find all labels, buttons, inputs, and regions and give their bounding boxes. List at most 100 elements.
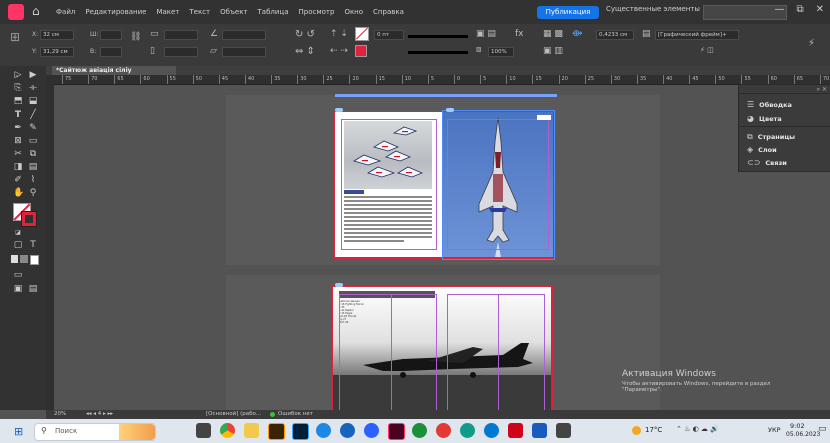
menu-object[interactable]: Объект (220, 8, 247, 16)
menu-view[interactable]: Просмотр (299, 8, 335, 16)
scale-y-field[interactable] (164, 47, 198, 57)
gap-tool-icon[interactable]: ⟛ (28, 83, 38, 93)
object-style-select[interactable]: [Графический фрейм]+ (655, 30, 739, 40)
opacity-icon[interactable]: ▨ (476, 46, 482, 53)
windows-start-icon[interactable]: ⊞ (14, 425, 23, 438)
menu-table[interactable]: Таблица (258, 8, 289, 16)
zoom-tool-icon[interactable]: ⚲ (28, 188, 38, 198)
rectangle-frame-tool-icon[interactable]: ⊠ (13, 136, 23, 146)
y-field[interactable]: 31,29 см (40, 47, 74, 57)
content-placer-icon[interactable]: ⬓ (28, 96, 38, 106)
fitting2-icon[interactable]: ▣ ▥ (543, 46, 563, 56)
pencil-tool-icon[interactable]: ✎ (28, 123, 38, 133)
stroke-swatch-icon[interactable] (21, 211, 37, 227)
workspace-switcher[interactable]: Существенные элементы ⌄ (606, 5, 708, 13)
taskbar-search[interactable]: ⚲ Поиск (34, 423, 156, 441)
selected-frame[interactable] (442, 110, 555, 260)
edge-icon[interactable] (484, 423, 499, 438)
free-transform-tool-icon[interactable]: ⧉ (28, 149, 38, 159)
line-tool-icon[interactable]: ╱ (28, 110, 38, 120)
x-field[interactable]: 32 см (40, 30, 74, 40)
app-icon-6[interactable] (460, 423, 475, 438)
chrome-icon[interactable] (220, 423, 235, 438)
notifications-icon[interactable]: ▭ (818, 424, 827, 434)
restore-icon[interactable]: ⧉ (796, 4, 803, 15)
shear-field[interactable] (222, 47, 266, 57)
fill-swatch[interactable] (355, 27, 369, 43)
object-style-icon[interactable]: ▤ (642, 29, 651, 39)
word-icon[interactable] (532, 423, 547, 438)
rotate-field[interactable] (222, 30, 266, 40)
type-tool-icon[interactable]: T (13, 110, 23, 120)
page-style[interactable]: [Основной] (рабо... (206, 411, 261, 417)
weather-temp[interactable]: 17°C (645, 426, 662, 434)
selection-tool-icon[interactable]: ▷ (13, 70, 23, 80)
panel-collapse-icon[interactable]: » ✕ (816, 86, 827, 93)
app-icon-2[interactable] (340, 423, 355, 438)
app-icon-4[interactable] (412, 423, 427, 438)
stroke-weight-field[interactable]: 0 пт (374, 30, 404, 40)
app-icon-7[interactable] (556, 423, 571, 438)
publish-button[interactable]: Публикация (537, 6, 599, 19)
reference-point-icon[interactable]: ⊞ (10, 30, 20, 44)
menu-help[interactable]: Справка (373, 8, 404, 16)
page-navigator[interactable]: ◂◂ ◂ 4 ▸ ▸▸ (86, 411, 113, 417)
horizontal-ruler[interactable]: 75 70 65 60 55 50 45 40 35 30 25 20 15 10 5 0 5 10 15 20 25 3… (46, 75, 830, 85)
panel-layers[interactable]: ◈ Слои (747, 145, 777, 154)
minimize-icon[interactable]: — (774, 4, 784, 15)
eyedropper-tool-icon[interactable]: ✐ (13, 175, 23, 185)
constrain-link-icon[interactable]: ⛓ (130, 32, 141, 42)
scale-y-icon[interactable]: ▯ (150, 46, 155, 56)
panel-links[interactable]: ⊂⊃ Связи (747, 158, 787, 167)
auto-fit-icon[interactable]: ⟴ (572, 29, 582, 39)
note-tool-icon[interactable]: ▤ (28, 162, 38, 172)
rectangle-tool-icon[interactable]: ▭ (28, 136, 38, 146)
select-container-icon[interactable]: ⇡ ⇣ (330, 29, 348, 39)
document-tab[interactable]: *Сайтюж авіація сіліу диплом.indd @ 25% … (52, 66, 176, 83)
photoshop-icon[interactable] (292, 423, 309, 440)
close-icon[interactable]: ✕ (816, 4, 824, 15)
flip-icon[interactable]: ⇔ ⇕ (295, 46, 315, 57)
opacity-field[interactable]: 100% (488, 47, 514, 57)
task-view-icon[interactable] (196, 423, 211, 438)
menu-edit[interactable]: Редактирование (85, 8, 146, 16)
formatting-text-icon[interactable]: T (28, 240, 38, 250)
fx-effects-icon[interactable]: fx (515, 29, 524, 39)
hand-tool-icon[interactable]: ✋ (13, 188, 24, 198)
menu-window[interactable]: Окно (344, 8, 363, 16)
fill-stroke-swatches[interactable] (13, 203, 37, 227)
menu-layout[interactable]: Макет (156, 8, 179, 16)
page-tool-icon[interactable]: ⎘ (13, 83, 23, 93)
panel-swatches[interactable]: ◕ Цвета (747, 114, 782, 123)
scissors-tool-icon[interactable]: ✂ (13, 149, 23, 159)
menu-file[interactable]: Файл (56, 8, 75, 16)
menu-type[interactable]: Текст (189, 8, 210, 16)
screen-mode-icon[interactable]: ▭ (13, 270, 23, 280)
file-explorer-icon[interactable] (244, 423, 259, 438)
indesign-taskbar-icon[interactable] (388, 423, 405, 440)
select-prev-next-icon[interactable]: ⇠ ⇢ (330, 46, 348, 56)
measure-tool-icon[interactable]: ⌇ (28, 175, 38, 185)
app-icon-3[interactable] (364, 423, 379, 438)
height-field[interactable] (100, 47, 122, 57)
scale-x-field[interactable] (164, 30, 198, 40)
normal-mode-icon[interactable]: ▣ (13, 284, 23, 294)
direct-selection-tool-icon[interactable]: ▶ (28, 70, 38, 80)
text-wrap-icon[interactable]: ▣ ▤ (476, 29, 496, 39)
home-icon[interactable]: ⌂ (32, 4, 40, 18)
width-field[interactable] (100, 30, 122, 40)
weather-icon[interactable] (632, 426, 641, 435)
clock-time[interactable]: 9:02 (790, 422, 805, 430)
rotate-icon[interactable]: ∠ (210, 29, 218, 39)
stroke-swatch[interactable] (355, 45, 367, 59)
zoom-level[interactable]: 20% (54, 411, 66, 417)
quick-apply-icon[interactable]: ⚡ ◫ (700, 46, 714, 54)
stroke-type-preview[interactable] (408, 35, 468, 38)
formatting-container-icon[interactable]: ▢ (13, 240, 23, 250)
tray-icons[interactable]: ⌃ ♨ ◐ ☁ 🔊 (676, 425, 719, 433)
acrobat-icon[interactable] (508, 423, 523, 438)
pen-tool-icon[interactable]: ✒ (13, 123, 23, 133)
panel-stroke[interactable]: ☰ Обводка (747, 100, 792, 109)
stroke-style-preview[interactable] (408, 51, 468, 54)
language-indicator[interactable]: УКР (768, 426, 781, 434)
